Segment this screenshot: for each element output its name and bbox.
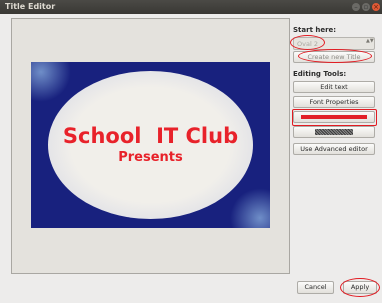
minimize-icon: – <box>354 3 358 11</box>
text-pattern-button[interactable] <box>293 126 375 138</box>
close-icon: × <box>373 3 379 11</box>
title-editor-window: Title Editor – ▫ × School IT Club Presen… <box>0 0 382 303</box>
title-line-1: School IT Club <box>62 124 239 148</box>
start-here-label: Start here: <box>293 26 337 34</box>
window-title: Title Editor <box>5 2 56 11</box>
template-select-value: Oval 2 <box>297 40 318 48</box>
create-new-title-button[interactable]: Create new Title <box>293 51 375 63</box>
edit-text-button[interactable]: Edit text <box>293 81 375 93</box>
advanced-editor-button[interactable]: Use Advanced editor <box>293 143 375 155</box>
title-preview-area: School IT Club Presents <box>11 18 290 274</box>
maximize-icon: ▫ <box>363 3 369 11</box>
pattern-swatch <box>315 129 353 135</box>
corner-glow <box>230 188 270 228</box>
editing-tools-label: Editing Tools: <box>293 70 347 78</box>
title-line-2: Presents <box>118 150 183 165</box>
template-select[interactable]: Oval 2 ▲▼ <box>293 37 375 50</box>
color-swatch <box>301 115 367 119</box>
minimize-button[interactable]: – <box>352 3 360 11</box>
updown-arrows-icon: ▲▼ <box>366 38 374 44</box>
cancel-button[interactable]: Cancel <box>297 281 334 294</box>
close-button[interactable]: × <box>372 3 380 11</box>
font-properties-button[interactable]: Font Properties <box>293 96 375 108</box>
title-preview-slide: School IT Club Presents <box>31 62 270 228</box>
apply-button[interactable]: Apply <box>343 281 377 294</box>
maximize-button[interactable]: ▫ <box>362 3 370 11</box>
title-bar: Title Editor – ▫ × <box>0 0 382 14</box>
corner-glow <box>31 62 71 102</box>
font-color-button[interactable] <box>293 111 375 123</box>
